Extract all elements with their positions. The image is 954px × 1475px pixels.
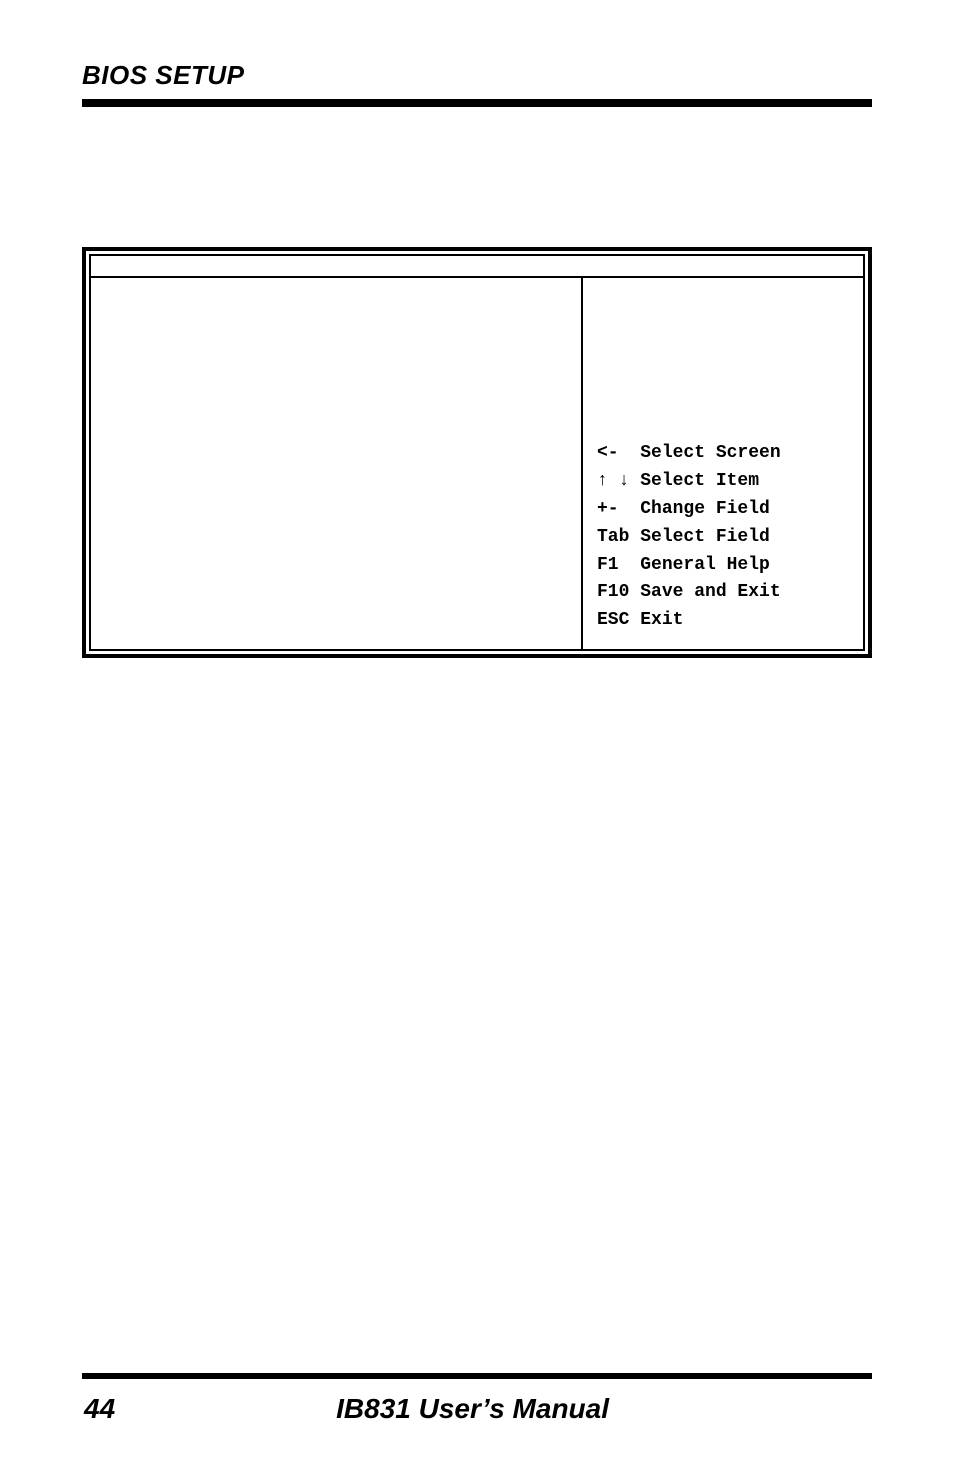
help-label: Change Field	[640, 499, 770, 519]
help-line-change-field: +- Change Field	[597, 496, 849, 524]
page-header: BIOS SETUP	[82, 60, 872, 107]
help-label: Select Screen	[640, 443, 780, 463]
help-spacer	[597, 290, 849, 440]
help-label: Select Item	[640, 471, 759, 491]
page-container: BIOS SETUP <- Select Screen ↑ ↓ Select I…	[0, 0, 954, 1475]
help-label: Exit	[640, 610, 683, 630]
help-line-esc-exit: ESC Exit	[597, 607, 849, 635]
footer-row: 44 IB831 User’s Manual	[82, 1393, 872, 1435]
help-key: +-	[597, 496, 619, 524]
help-line-general-help: F1 General Help	[597, 552, 849, 580]
help-line-select-item: ↑ ↓ Select Item	[597, 468, 849, 496]
footer-rule	[82, 1373, 872, 1379]
bios-panel: <- Select Screen ↑ ↓ Select Item +- Chan…	[82, 247, 872, 658]
help-label: Select Field	[640, 527, 770, 547]
help-label: General Help	[640, 555, 770, 575]
help-line-tab-select-field: Tab Select Field	[597, 524, 849, 552]
bios-help-pane: <- Select Screen ↑ ↓ Select Item +- Chan…	[583, 278, 863, 649]
manual-title: IB831 User’s Manual	[115, 1393, 830, 1425]
help-key: F10	[597, 579, 629, 607]
bios-panel-inner: <- Select Screen ↑ ↓ Select Item +- Chan…	[89, 254, 865, 651]
help-label: Save and Exit	[640, 582, 780, 602]
page-footer: 44 IB831 User’s Manual	[82, 1373, 872, 1435]
bios-body: <- Select Screen ↑ ↓ Select Item +- Chan…	[91, 278, 863, 649]
help-line-select-screen: <- Select Screen	[597, 440, 849, 468]
help-line-save-exit: F10 Save and Exit	[597, 579, 849, 607]
arrow-up-down-icon: ↑ ↓	[597, 468, 629, 496]
page-number: 44	[84, 1393, 115, 1425]
help-key: <-	[597, 440, 619, 468]
bios-title-bar	[91, 256, 863, 278]
help-key: Tab	[597, 524, 629, 552]
help-key: F1	[597, 552, 619, 580]
header-title: BIOS SETUP	[82, 60, 872, 91]
header-rule	[82, 99, 872, 107]
bios-main-area	[91, 278, 583, 649]
help-key: ESC	[597, 607, 629, 635]
